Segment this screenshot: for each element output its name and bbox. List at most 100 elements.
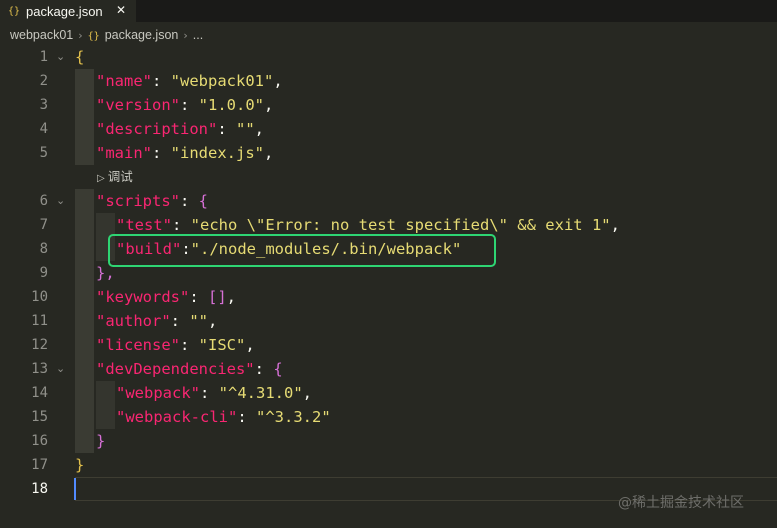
line-number-active: 18 [31,481,48,497]
line-number: 13 [31,361,48,377]
brace: { [75,48,85,66]
comma: , [226,288,237,306]
json-key: "webpack-cli" [116,408,238,426]
line-number: 2 [39,73,48,89]
json-value: "^3.3.2" [256,408,331,426]
fold-chevron-down-icon[interactable]: ⌄ [56,357,65,381]
line-number: 14 [31,385,48,401]
code-line-17: } [75,453,84,477]
colon: : [237,408,256,426]
code-line-1: { [75,45,84,69]
line-number: 17 [31,457,48,473]
code-line-2: "name": "webpack01", [96,69,283,93]
brace: } [96,432,106,450]
tab-package-json[interactable]: {} package.json ✕ [0,0,136,22]
json-value: "" [236,120,255,138]
code-line-3: "version": "1.0.0", [96,93,273,117]
line-number: 8 [39,241,48,257]
line-number: 15 [31,409,48,425]
close-icon[interactable]: ✕ [116,3,126,17]
json-value: "" [189,312,208,330]
json-value: "echo \"Error: no test specified\" && ex… [190,216,611,234]
indent-guide [75,189,94,453]
json-key: "version" [96,96,180,114]
line-number: 11 [31,313,48,329]
brace: { [198,192,209,210]
debug-codelens[interactable]: ▷ 调试 [97,165,133,189]
code-line-16: } [96,429,105,453]
json-file-icon: {} [8,5,21,17]
json-key: "author" [96,312,171,330]
breadcrumb-file[interactable]: {} package.json [88,28,179,42]
json-value: "ISC" [198,336,246,354]
json-key: "main" [96,144,152,162]
comma: , [245,336,255,354]
debug-label: 调试 [107,170,133,184]
comma: , [273,72,283,90]
code-line-5: "main": "index.js", [96,141,273,165]
line-number: 3 [39,97,48,113]
comma: , [208,312,218,330]
indent-guide [96,381,115,429]
watermark: @稀土掘金技术社区 [618,495,744,511]
tab-bar: {} package.json ✕ [0,0,777,22]
colon: : [152,72,171,90]
json-key: "keywords" [96,288,190,306]
fold-chevron-down-icon[interactable]: ⌄ [56,189,65,213]
json-value: "1.0.0" [198,96,264,114]
chevron-right-icon: › [183,28,188,42]
json-value: [] [208,288,227,306]
code-line-13: "devDependencies": { [96,357,283,381]
breadcrumb-file-label: package.json [104,28,179,42]
chevron-right-icon: › [78,28,83,42]
line-number: 7 [39,217,48,233]
colon: : [152,144,171,162]
text-cursor [74,478,76,500]
code-line-12: "license": "ISC", [96,333,255,357]
line-number: 12 [31,337,48,353]
line-number: 16 [31,433,48,449]
comma: , [610,216,620,234]
indent-guide [75,69,94,165]
comma: , [302,384,313,402]
code-line-10: "keywords": [], [96,285,236,309]
code-line-11: "author": "", [96,309,217,333]
json-key: "name" [96,72,152,90]
json-key: "license" [96,336,180,354]
tab-title: package.json [26,3,103,19]
line-number: 4 [39,121,48,137]
comma: , [264,96,274,114]
line-number: 1 [39,49,48,65]
code-line-4: "description": "", [96,117,264,141]
colon: : [180,96,199,114]
fold-chevron-down-icon[interactable]: ⌄ [56,45,65,69]
code-line-15: "webpack-cli": "^3.3.2" [116,405,331,429]
colon: : [200,384,219,402]
colon: : [180,192,199,210]
brace: } [75,456,85,474]
breadcrumb-folder[interactable]: webpack01 [10,28,73,42]
code-line-14: "webpack": "^4.31.0", [116,381,312,405]
play-icon: ▷ [97,173,105,184]
colon: : [172,216,191,234]
json-value: "^4.31.0" [218,384,303,402]
code-editor[interactable]: 1 2 3 4 5 6 7 8 9 10 11 12 13 14 15 16 1… [0,48,777,528]
breadcrumb-more[interactable]: ... [193,28,203,42]
colon: : [217,120,236,138]
brace: { [273,360,283,378]
comma: , [254,120,265,138]
line-number: 5 [39,145,48,161]
json-key: "scripts" [96,192,180,210]
code-line-6: "scripts": { [96,189,208,213]
breadcrumb: webpack01 › {} package.json › ... [0,22,777,48]
annotation-highlight-box [108,234,496,267]
json-value: "index.js" [170,144,264,162]
json-key: "description" [96,120,218,138]
colon: : [254,360,274,378]
colon: : [189,288,208,306]
json-key: "devDependencies" [96,360,255,378]
json-value: "webpack01" [170,72,274,90]
json-key: "test" [116,216,172,234]
colon: : [180,336,199,354]
line-number: 6 [39,193,48,209]
